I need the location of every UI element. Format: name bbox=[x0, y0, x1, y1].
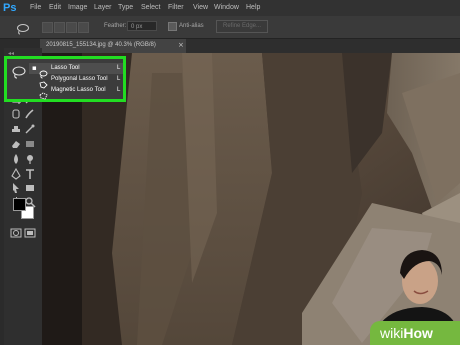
screen-mode-icon[interactable] bbox=[24, 227, 36, 239]
subtract-from-selection-icon[interactable] bbox=[66, 22, 77, 33]
antialias-checkbox[interactable] bbox=[168, 22, 177, 31]
polygonal-lasso-icon bbox=[39, 75, 48, 89]
flyout-item-shortcut: L bbox=[117, 87, 121, 93]
flyout-item-label: Magnetic Lasso Tool bbox=[51, 87, 106, 93]
menu-filter[interactable]: Filter bbox=[168, 3, 184, 12]
menu-window[interactable]: Window bbox=[214, 3, 239, 12]
new-selection-icon[interactable] bbox=[42, 22, 53, 33]
refine-edge-button[interactable]: Refine Edge... bbox=[216, 20, 268, 33]
add-to-selection-icon[interactable] bbox=[54, 22, 65, 33]
menu-layer[interactable]: Layer bbox=[94, 3, 112, 12]
flyout-item-shortcut: L bbox=[117, 65, 121, 71]
lasso-icon bbox=[39, 64, 48, 79]
feather-label: Feather: bbox=[104, 23, 127, 29]
foreground-color-swatch[interactable] bbox=[13, 198, 26, 211]
document-tab[interactable]: 20190815_155134.jpg @ 40.3% (RGB/8) × bbox=[40, 39, 186, 53]
rectangle-tool-icon[interactable] bbox=[24, 182, 36, 194]
gradient-tool-icon[interactable] bbox=[24, 138, 36, 150]
wikihow-watermark: wikiHow bbox=[370, 321, 460, 345]
intersect-selection-icon[interactable] bbox=[78, 22, 89, 33]
magnetic-lasso-icon bbox=[39, 86, 48, 100]
document-tab-title: 20190815_155134.jpg @ 40.3% (RGB/8) bbox=[46, 42, 156, 48]
clone-stamp-tool-icon[interactable] bbox=[10, 123, 22, 135]
lasso-tool-icon[interactable] bbox=[11, 64, 27, 79]
history-brush-tool-icon[interactable] bbox=[24, 123, 36, 135]
menu-bar: Ps File Edit Image Layer Type Select Fil… bbox=[0, 0, 460, 16]
lasso-preset-icon[interactable] bbox=[16, 20, 30, 35]
menu-type[interactable]: Type bbox=[118, 3, 133, 12]
pen-tool-icon[interactable] bbox=[10, 168, 22, 180]
healing-brush-tool-icon[interactable] bbox=[10, 108, 22, 120]
selected-bullet-icon: ▪ bbox=[32, 64, 37, 72]
flyout-item-label: Polygonal Lasso Tool bbox=[51, 76, 108, 82]
flyout-item-polygonal-lasso[interactable]: Polygonal Lasso Tool L bbox=[29, 74, 123, 89]
blur-tool-icon[interactable] bbox=[10, 153, 22, 165]
wikihow-logo-text: wikiHow bbox=[380, 325, 433, 341]
dodge-tool-icon[interactable] bbox=[24, 153, 36, 165]
menu-view[interactable]: View bbox=[193, 3, 208, 12]
menu-help[interactable]: Help bbox=[246, 3, 260, 12]
close-icon[interactable]: × bbox=[178, 41, 184, 49]
menu-select[interactable]: Select bbox=[141, 3, 160, 12]
brush-tool-icon[interactable] bbox=[24, 108, 36, 120]
flyout-item-magnetic-lasso[interactable]: Magnetic Lasso Tool L bbox=[29, 85, 123, 100]
photoshop-logo[interactable]: Ps bbox=[3, 1, 21, 15]
feather-input[interactable]: 0 px bbox=[127, 21, 157, 31]
flyout-item-shortcut: L bbox=[117, 76, 121, 82]
menu-file[interactable]: File bbox=[30, 3, 41, 12]
menu-edit[interactable]: Edit bbox=[49, 3, 61, 12]
flyout-item-label: Lasso Tool bbox=[51, 65, 80, 71]
quick-mask-icon[interactable] bbox=[10, 227, 22, 239]
lasso-tool-flyout: ▪ Lasso Tool L Polygonal Lasso Tool L Ma… bbox=[4, 56, 126, 102]
path-selection-tool-icon[interactable] bbox=[10, 182, 22, 194]
eraser-tool-icon[interactable] bbox=[10, 138, 22, 150]
flyout-item-lasso[interactable]: ▪ Lasso Tool L bbox=[29, 63, 123, 79]
type-tool-icon[interactable] bbox=[24, 168, 36, 180]
menu-image[interactable]: Image bbox=[68, 3, 87, 12]
antialias-label: Anti-alias bbox=[179, 23, 204, 29]
